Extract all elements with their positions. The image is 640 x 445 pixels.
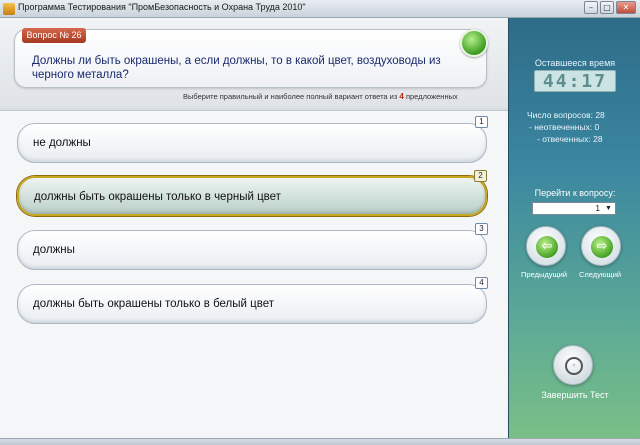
- question-number-badge: Вопрос № 26: [22, 28, 86, 43]
- answer-hint: Выберите правильный и наиболее полный ва…: [183, 92, 458, 101]
- check-icon: [460, 29, 488, 57]
- title-bar: Программа Тестирования "ПромБезопасность…: [0, 0, 640, 18]
- answer-text: должны быть окрашены только в белый цвет: [33, 298, 274, 310]
- previous-label: Предыдущий: [521, 270, 568, 279]
- stat-answered: - отвеченных: 28: [537, 134, 603, 144]
- hint-after: предложенных: [405, 92, 458, 101]
- stat-unanswered: - неотвеченных: 0: [529, 122, 600, 132]
- answer-option-2[interactable]: должны быть окрашены только в черный цве…: [17, 170, 487, 216]
- timer-display: 44:17: [534, 70, 616, 92]
- next-button[interactable]: ⇨: [581, 226, 621, 266]
- time-label: Оставшееся время: [534, 58, 616, 68]
- status-bar: [0, 438, 640, 445]
- minimize-button[interactable]: –: [584, 1, 598, 14]
- answers-area: не должны 1 должны быть окрашены только …: [0, 110, 508, 438]
- arrow-right-icon: ⇨: [591, 236, 613, 258]
- answer-text: должны: [33, 244, 75, 256]
- goto-value: 1: [595, 204, 600, 213]
- previous-button[interactable]: ⇦: [526, 226, 566, 266]
- app-icon: [3, 3, 15, 15]
- answer-number: 3: [475, 223, 488, 235]
- maximize-button[interactable]: □: [600, 1, 614, 14]
- question-text: Должны ли быть окрашены, а если должны, …: [32, 55, 441, 81]
- finish-label: Завершить Тест: [541, 390, 609, 400]
- finish-test-button[interactable]: ◦: [553, 345, 593, 385]
- answer-text: должны быть окрашены только в черный цве…: [34, 191, 281, 203]
- answer-option-1[interactable]: не должны 1: [17, 116, 488, 163]
- chevron-down-icon[interactable]: ▼: [603, 204, 614, 213]
- goto-question-select[interactable]: 1 ▼: [532, 202, 616, 215]
- power-icon: ◦: [565, 357, 583, 375]
- window-title: Программа Тестирования "ПромБезопасность…: [18, 2, 306, 12]
- arrow-left-icon: ⇦: [536, 236, 558, 258]
- goto-label: Перейти к вопросу:: [534, 188, 616, 198]
- answer-option-3[interactable]: должны 3: [17, 223, 488, 270]
- answer-number: 1: [475, 116, 488, 128]
- sidebar-panel: Оставшееся время 44:17 Число вопросов: 2…: [508, 18, 640, 438]
- stat-total: Число вопросов: 28: [527, 110, 605, 120]
- answer-text: не должны: [33, 137, 91, 149]
- answer-number: 2: [474, 170, 487, 182]
- close-button[interactable]: ✕: [616, 1, 636, 14]
- answer-number: 4: [475, 277, 488, 289]
- answer-option-4[interactable]: должны быть окрашены только в белый цвет…: [17, 277, 488, 324]
- next-label: Следующий: [579, 270, 622, 279]
- hint-count: 4: [399, 92, 404, 101]
- hint-before: Выберите правильный и наиболее полный ва…: [183, 92, 398, 101]
